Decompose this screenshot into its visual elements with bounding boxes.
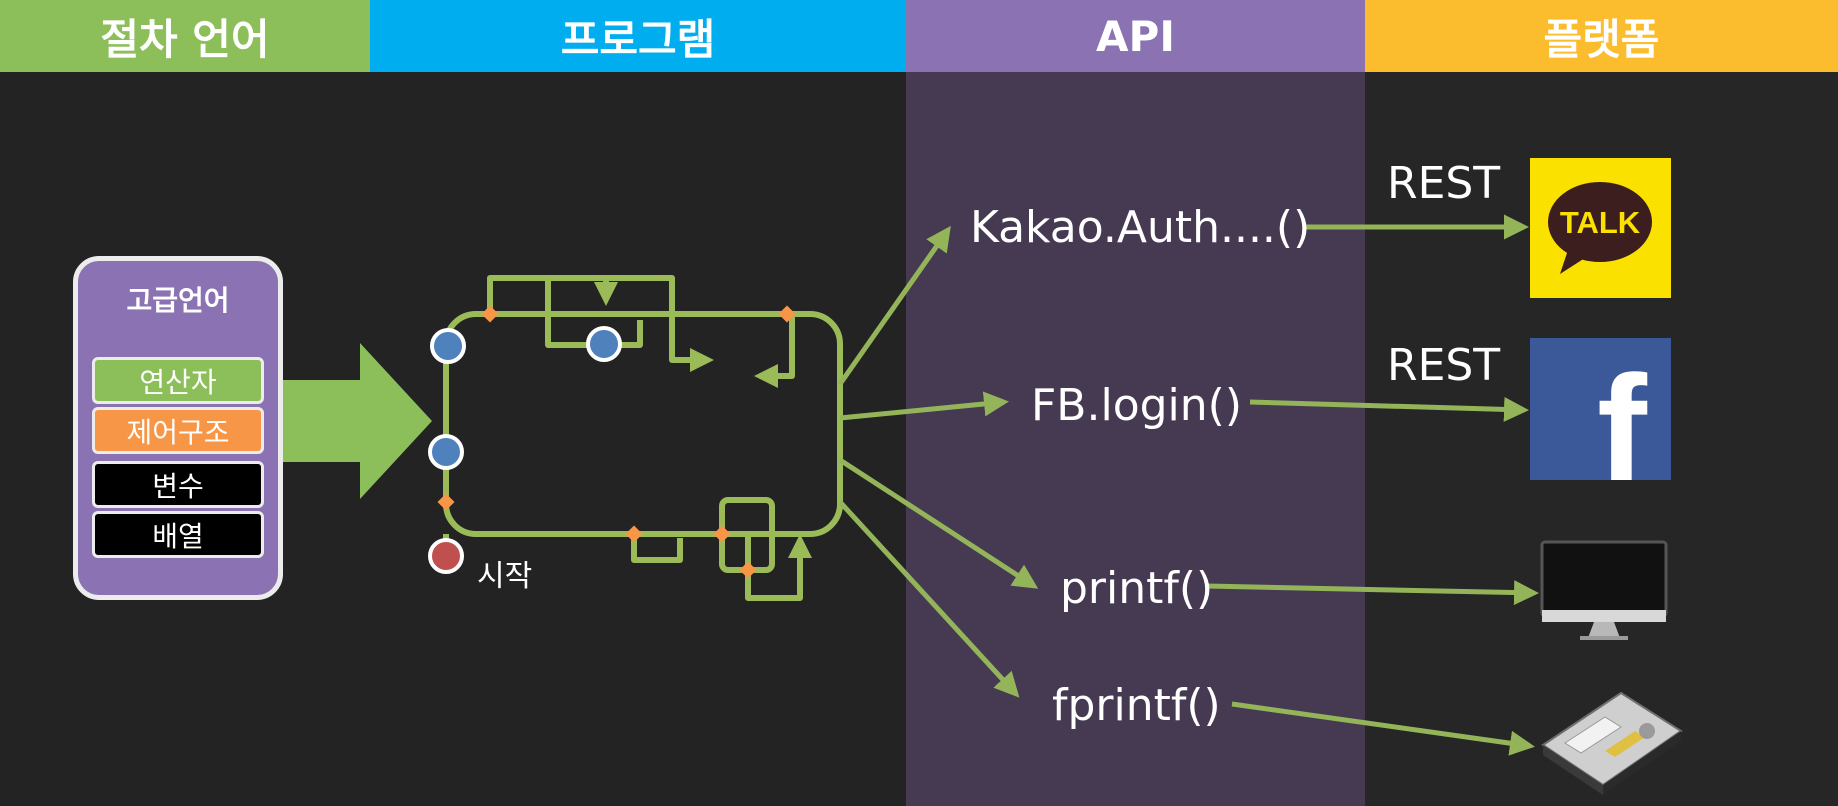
program-main-loop [443, 311, 843, 537]
control-marker [437, 493, 455, 511]
big-right-arrow [283, 343, 432, 499]
arrow-printf-to-monitor [1206, 580, 1539, 606]
program-node-top-middle [586, 326, 622, 362]
control-marker [739, 561, 757, 579]
monitor-icon [1540, 540, 1668, 644]
arrow-fb-to-facebook [1249, 396, 1529, 422]
arrow-fprintf-to-disk [1231, 701, 1535, 756]
kakaotalk-icon: TALK [1530, 158, 1671, 298]
control-marker [481, 305, 499, 323]
kakao-logo-text: TALK [1560, 205, 1641, 240]
api-fb-login: FB.login() [1031, 380, 1242, 431]
start-label: 시작 [477, 559, 533, 594]
program-node-start [428, 538, 464, 574]
program-right-return [754, 314, 795, 388]
api-printf: printf() [1060, 563, 1214, 614]
hard-disk-icon [1535, 685, 1685, 795]
control-marker [625, 525, 643, 543]
api-fprintf: fprintf() [1052, 680, 1221, 731]
rest-label-facebook: REST [1387, 340, 1501, 391]
arrow-program-to-printf [838, 457, 1039, 589]
program-bottom-loop-1 [631, 534, 683, 563]
api-kakao-auth: Kakao.Auth....() [970, 202, 1311, 253]
facebook-icon: f [1530, 338, 1671, 512]
control-marker [713, 525, 731, 543]
arrow-program-to-fprintf [838, 500, 1020, 698]
program-node-left [428, 434, 464, 470]
facebook-logo-text: f [1597, 344, 1648, 480]
arrow-program-to-kakao [837, 225, 951, 386]
rest-label-kakao: REST [1387, 158, 1501, 209]
program-node-top-left [430, 328, 466, 364]
arrow-program-to-fb [839, 391, 1009, 421]
